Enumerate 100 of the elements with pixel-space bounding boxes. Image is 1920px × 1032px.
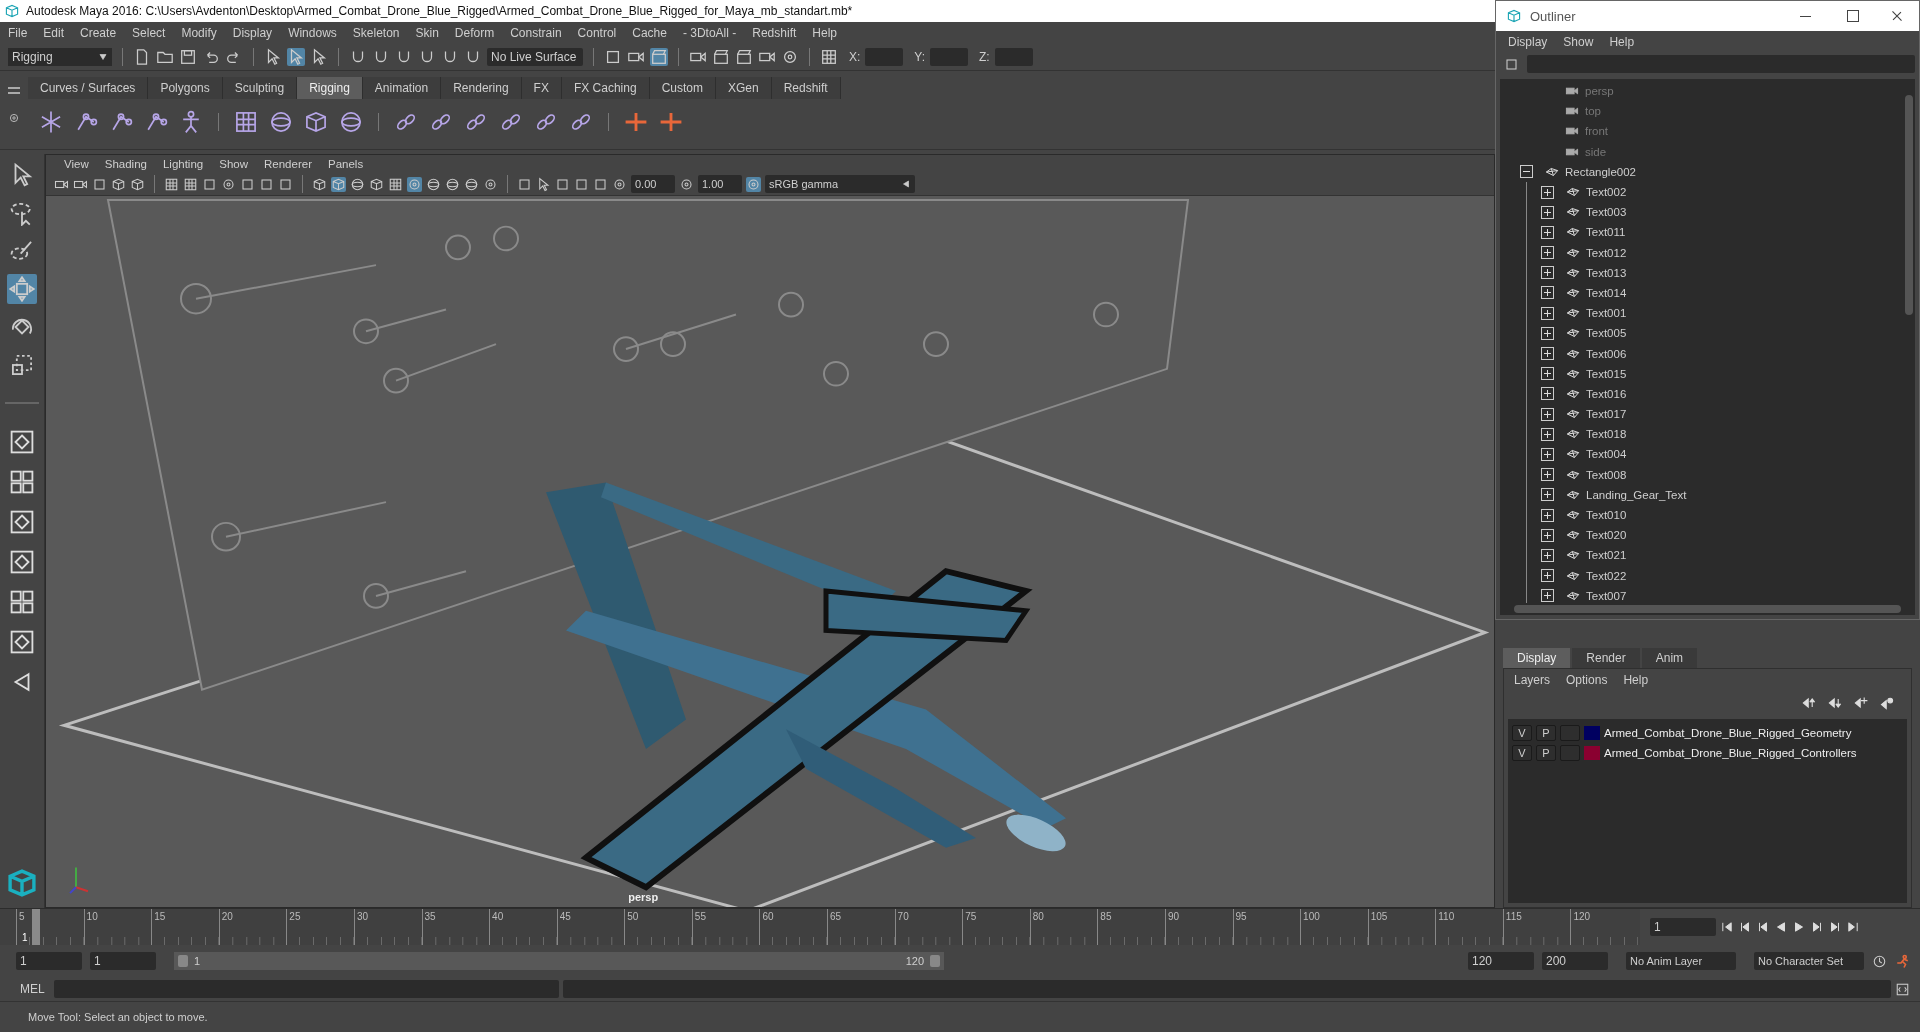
script-language-button[interactable]: MEL <box>20 982 50 996</box>
expand-toggle[interactable] <box>1541 488 1554 502</box>
expand-toggle[interactable] <box>1541 286 1554 300</box>
square-icon[interactable] <box>92 176 107 192</box>
menu-item[interactable]: File <box>8 26 28 40</box>
menu-item[interactable]: Help <box>812 26 837 40</box>
move-layer-up-icon[interactable] <box>1801 695 1817 711</box>
previous-key-icon[interactable] <box>1756 920 1770 934</box>
expand-toggle[interactable] <box>1541 528 1554 542</box>
cube-icon[interactable] <box>303 109 329 135</box>
running-figure-icon[interactable] <box>1895 953 1910 969</box>
current-frame-field[interactable]: 1 <box>1650 918 1716 936</box>
expand-toggle[interactable] <box>1541 347 1554 361</box>
panel-menu-item[interactable]: Show <box>219 158 248 170</box>
menu-item[interactable]: Skin <box>415 26 439 40</box>
current-frame-indicator[interactable] <box>32 909 41 945</box>
filter-icon[interactable] <box>1504 56 1519 72</box>
menu-item[interactable]: Modify <box>181 26 217 40</box>
outliner-item[interactable]: Text011 <box>1586 226 1626 239</box>
circle-icon[interactable] <box>221 176 236 192</box>
coordinate-field[interactable] <box>994 48 1033 66</box>
square-icon[interactable] <box>240 176 255 192</box>
expand-toggle[interactable] <box>1541 508 1554 522</box>
menu-item[interactable]: Options <box>1566 673 1608 687</box>
outliner-item[interactable]: Text002 <box>1586 186 1627 199</box>
grid-icon[interactable] <box>820 48 838 66</box>
playback-end-field[interactable]: 120 <box>1468 952 1534 970</box>
menu-item[interactable]: Help <box>1609 35 1635 49</box>
outliner-item[interactable]: Text017 <box>1586 408 1627 421</box>
exposure-field[interactable]: 0.00 <box>631 175 675 193</box>
expand-toggle[interactable] <box>1541 427 1554 441</box>
expand-toggle[interactable] <box>1541 246 1554 260</box>
search-field[interactable] <box>1527 55 1915 73</box>
menu-item[interactable]: Layers <box>1514 673 1551 687</box>
end-time-field[interactable]: 200 <box>1542 952 1608 970</box>
playback-start-field[interactable]: 1 <box>90 952 156 970</box>
new-layer-icon[interactable] <box>1853 695 1869 711</box>
circle-icon[interactable] <box>407 176 422 192</box>
square-icon[interactable] <box>259 176 274 192</box>
menu-item[interactable]: Constrain <box>510 26 562 40</box>
menu-item[interactable]: Display <box>232 26 273 40</box>
outliner-item[interactable]: Text012 <box>1586 246 1627 259</box>
sphere-icon[interactable] <box>338 109 364 135</box>
outliner-item[interactable]: Text021 <box>1586 549 1627 562</box>
square-icon[interactable] <box>574 176 589 192</box>
expand-toggle[interactable] <box>1541 326 1554 340</box>
menu-item[interactable]: Deform <box>454 26 495 40</box>
expand-toggle[interactable] <box>1541 266 1554 280</box>
outliner-item[interactable]: Text015 <box>1586 367 1627 380</box>
color-management-icon[interactable] <box>746 176 761 192</box>
sphere-icon[interactable] <box>464 176 479 192</box>
render-settings-icon[interactable] <box>650 48 668 66</box>
menu-item[interactable]: Redshift <box>752 26 797 40</box>
square-icon[interactable] <box>517 176 532 192</box>
menu-item[interactable]: Help <box>1623 673 1649 687</box>
circle-icon[interactable] <box>483 176 498 192</box>
square-icon[interactable] <box>202 176 217 192</box>
outliner-item[interactable]: Text013 <box>1586 266 1627 279</box>
cube-icon[interactable] <box>331 176 346 192</box>
menu-item[interactable]: Cache <box>632 26 667 40</box>
visibility-toggle[interactable]: V <box>1512 725 1532 741</box>
layer-editor-tab[interactable]: Display <box>1503 648 1571 668</box>
menu-item[interactable]: Display <box>1508 35 1548 49</box>
panel-menu-item[interactable]: Shading <box>104 158 147 170</box>
layer-name[interactable]: Armed_Combat_Drone_Blue_Rigged_Geometry <box>1604 727 1852 739</box>
layer-editor-tab[interactable]: Anim <box>1641 648 1698 668</box>
cube-icon[interactable] <box>369 176 384 192</box>
square-icon[interactable] <box>593 176 608 192</box>
cursor-icon[interactable] <box>536 176 551 192</box>
shelf-tab[interactable]: Rigging <box>297 77 363 99</box>
menu-item[interactable]: Show <box>1563 35 1594 49</box>
clapperboard-icon[interactable] <box>735 48 753 66</box>
outliner-item[interactable]: Landing_Gear_Text <box>1586 488 1687 501</box>
play-backwards-icon[interactable] <box>1774 920 1788 934</box>
cube-icon[interactable] <box>312 176 327 192</box>
step-back-icon[interactable] <box>1738 920 1752 934</box>
anim-layer-dropdown[interactable]: No Anim Layer <box>1626 952 1736 970</box>
outliner-item[interactable]: Text004 <box>1586 448 1627 461</box>
outliner-item[interactable]: Text014 <box>1586 286 1627 299</box>
range-handle[interactable] <box>930 955 940 967</box>
menu-item[interactable]: - 3DtoAll - <box>682 26 737 40</box>
gamma-field[interactable]: 1.00 <box>698 175 742 193</box>
grid-icon[interactable] <box>388 176 403 192</box>
expand-toggle[interactable] <box>1541 447 1554 461</box>
menu-item[interactable]: Skeleton <box>352 26 400 40</box>
playback-toggle[interactable]: P <box>1536 745 1556 761</box>
layer-editor-tab[interactable]: Render <box>1572 648 1640 668</box>
outliner-item[interactable]: Text007 <box>1586 589 1627 602</box>
new-layer-from-selection-icon[interactable] <box>1879 695 1895 711</box>
sphere-icon[interactable] <box>426 176 441 192</box>
square-icon[interactable] <box>604 48 622 66</box>
expand-toggle[interactable] <box>1541 225 1554 239</box>
color-space-dropdown[interactable]: sRGB gamma <box>765 175 915 193</box>
outliner-item[interactable]: Text006 <box>1586 347 1627 360</box>
save-icon[interactable] <box>179 48 197 66</box>
clapperboard-icon[interactable] <box>712 48 730 66</box>
clock-icon[interactable] <box>1872 953 1887 969</box>
grid-icon[interactable] <box>183 176 198 192</box>
expand-toggle[interactable] <box>1541 407 1554 421</box>
outliner-item[interactable]: Text016 <box>1586 387 1627 400</box>
